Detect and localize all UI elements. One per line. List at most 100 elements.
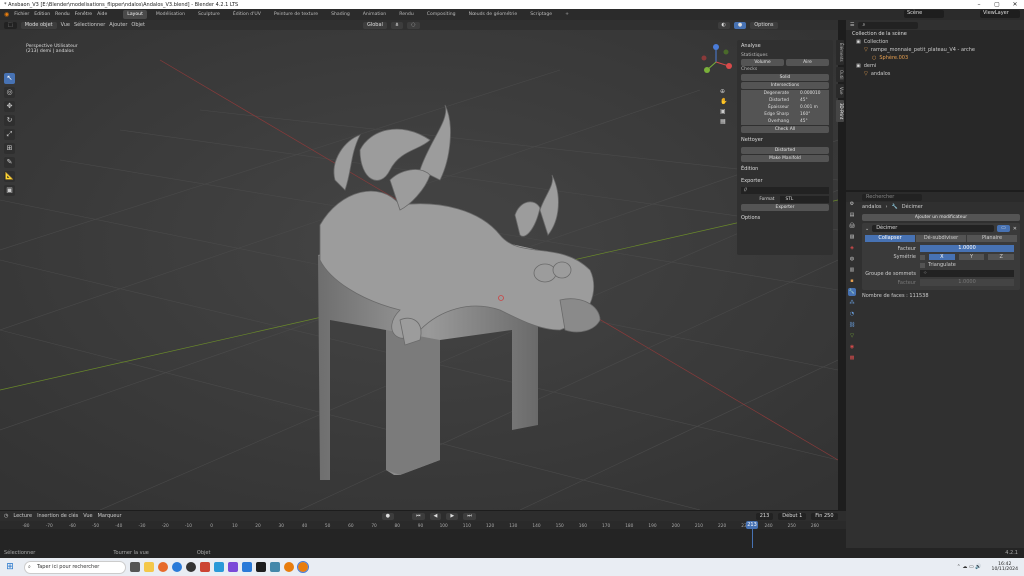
jump-end-icon[interactable]: ⏭ xyxy=(463,512,476,520)
make-manifold-button[interactable]: Make Manifold xyxy=(741,155,829,162)
workspace-tab-shading[interactable]: Shading xyxy=(327,10,354,19)
show-viewport-icon[interactable]: ▭ xyxy=(997,225,1010,232)
3d-viewport[interactable]: Perspective Utilisateur (213) demi | and… xyxy=(0,30,838,510)
export-header[interactable]: Exporter xyxy=(737,175,833,187)
modifier-props-icon[interactable]: 🔧 xyxy=(848,288,856,296)
factor-slider[interactable]: 1.0000 xyxy=(920,245,1014,252)
obs-icon[interactable] xyxy=(186,562,196,572)
check-row-edge-sharp[interactable]: Edge Sharp 160° xyxy=(741,111,829,118)
timeline-menu-keying[interactable]: Insertion de clés xyxy=(37,513,78,519)
blender-taskbar-icon[interactable] xyxy=(284,562,294,572)
scene-selector[interactable]: Scène xyxy=(904,10,944,18)
check-row-distorted[interactable]: Distorted 45° xyxy=(741,97,829,104)
close-button[interactable]: ✕ xyxy=(1006,0,1024,9)
intersections-button[interactable]: Intersections xyxy=(741,82,829,89)
distorted-button[interactable]: Distorted xyxy=(741,147,829,154)
format-row[interactable]: Format STL xyxy=(741,196,829,203)
file-explorer-icon[interactable] xyxy=(144,562,154,572)
minimize-button[interactable]: – xyxy=(970,0,988,9)
transform-tool-icon[interactable]: ⊞ xyxy=(4,143,15,154)
vertex-group-field[interactable]: ⁘ xyxy=(920,270,1014,277)
viewport-menu-object[interactable]: Objet xyxy=(131,22,145,28)
firefox-icon[interactable] xyxy=(158,562,168,572)
data-props-icon[interactable]: ▽ xyxy=(848,332,856,340)
symmetry-checkbox[interactable] xyxy=(920,254,925,260)
clock[interactable]: 16:42 10/11/2024 xyxy=(986,562,1024,572)
cursor-tool-icon[interactable]: ◎ xyxy=(4,87,15,98)
outliner-filter[interactable]: ⌕ xyxy=(858,21,919,29)
add-workspace-icon[interactable]: + xyxy=(561,10,573,19)
add-cube-tool-icon[interactable]: ▣ xyxy=(4,185,15,196)
export-button[interactable]: Exporter xyxy=(741,204,829,211)
move-tool-icon[interactable]: ✥ xyxy=(4,101,15,112)
analyse-header[interactable]: Analyse xyxy=(737,40,833,52)
workspace-tab-animation[interactable]: Animation xyxy=(359,10,390,19)
blender-active-taskbar-icon[interactable] xyxy=(297,561,309,573)
outliner-item[interactable]: ▽ andalos xyxy=(846,70,1024,78)
taskbar-search[interactable]: ⌕ Taper ici pour rechercher xyxy=(24,560,126,574)
properties-search[interactable]: Rechercher xyxy=(862,193,922,201)
blender-logo-icon[interactable]: ◉ xyxy=(4,11,9,18)
start-frame-field[interactable]: Début 1 xyxy=(778,512,807,520)
add-modifier-button[interactable]: Ajouter un modificateur xyxy=(862,214,1020,221)
output-props-icon[interactable]: 🖨 xyxy=(848,222,856,230)
play-icon[interactable]: ▶ xyxy=(446,512,459,520)
edge-icon[interactable] xyxy=(172,562,182,572)
timeline-menu-playback[interactable]: Lecture xyxy=(13,513,32,519)
windows-start-icon[interactable]: ⊞ xyxy=(0,562,20,572)
close-modifier-icon[interactable]: ✕ xyxy=(1013,226,1017,232)
pan-hand-icon[interactable]: ✋ xyxy=(720,98,727,105)
app-icon-purple[interactable] xyxy=(228,562,238,572)
viewport-menu-view[interactable]: Vue xyxy=(61,22,70,28)
check-row-thickness[interactable]: Épaisseur 0.001 m xyxy=(741,104,829,111)
menu-render[interactable]: Rendu xyxy=(55,12,70,17)
grid-icon[interactable]: ▦ xyxy=(720,118,727,125)
workspace-tab-sculpting[interactable]: Sculpture xyxy=(194,10,224,19)
tab-collapse[interactable]: Collapser xyxy=(865,235,915,242)
export-path-field[interactable]: // xyxy=(741,187,829,194)
maximize-button[interactable]: ▢ xyxy=(988,0,1006,9)
proportional-icon[interactable]: ◌ xyxy=(407,21,420,29)
app-icon-teal[interactable] xyxy=(270,562,280,572)
workspace-tab-scripting[interactable]: Scriptage xyxy=(526,10,556,19)
outliner-editor-icon[interactable]: ☰ xyxy=(850,22,854,28)
physics-props-icon[interactable]: ◔ xyxy=(848,310,856,318)
object-props-icon[interactable]: ▪ xyxy=(848,277,856,285)
vscode-icon[interactable] xyxy=(242,562,252,572)
task-view-icon[interactable] xyxy=(130,562,140,572)
options-header[interactable]: Options xyxy=(737,212,833,224)
collapse-chevron-icon[interactable]: ⌄ xyxy=(865,226,869,232)
scale-tool-icon[interactable]: ⤢ xyxy=(4,129,15,140)
particles-props-icon[interactable]: ⁂ xyxy=(848,299,856,307)
end-frame-field[interactable]: Fin 250 xyxy=(811,512,838,520)
workspace-tab-geometry-nodes[interactable]: Nœuds de géométrie xyxy=(465,10,522,19)
mode-selector[interactable]: Mode objet xyxy=(20,21,57,29)
play-reverse-icon[interactable]: ◀ xyxy=(429,512,442,520)
menu-edit[interactable]: Edition xyxy=(34,12,50,17)
tray-icons[interactable]: ⌃ ☁ ▭ 🔊 xyxy=(957,564,982,570)
playhead-badge[interactable]: 213 xyxy=(746,521,758,529)
sym-axis-y[interactable]: Y xyxy=(958,254,985,260)
jump-start-icon[interactable]: ⏮ xyxy=(411,512,425,520)
annotate-tool-icon[interactable]: ✎ xyxy=(4,157,15,168)
world-props-icon[interactable]: ◍ xyxy=(848,255,856,263)
current-frame-field[interactable]: 213 xyxy=(755,512,774,520)
measure-tool-icon[interactable]: 📐 xyxy=(4,171,15,182)
tab-unsubdivide[interactable]: Dé-subdiviser xyxy=(916,235,966,242)
edit-header[interactable]: Édition xyxy=(737,163,833,175)
app-icon-blue[interactable] xyxy=(214,562,224,572)
workspace-tab-rendering[interactable]: Rendu xyxy=(395,10,418,19)
menu-help[interactable]: Aide xyxy=(97,12,107,17)
timeline-ruler[interactable]: -80 -70 -60 -50 -40 -30 -20 -10 0 10 20 30 40 50 60 70 8… xyxy=(0,521,846,529)
outliner-scene-collection[interactable]: Collection de la scène xyxy=(846,30,1024,38)
triangulate-checkbox[interactable] xyxy=(920,262,925,268)
modifier-name-field[interactable]: Décimer xyxy=(872,225,995,232)
tab-item[interactable]: Éléments xyxy=(836,40,844,65)
record-icon[interactable]: ● xyxy=(381,512,394,520)
tab-planar[interactable]: Planaire xyxy=(967,235,1017,242)
check-all-button[interactable]: Check All xyxy=(741,126,829,133)
workspace-tab-layout[interactable]: Layout xyxy=(123,10,147,19)
menu-file[interactable]: Fichier xyxy=(14,12,29,17)
tab-3d-print[interactable]: 3D-Print xyxy=(836,99,844,122)
collection-props-icon[interactable]: ▥ xyxy=(848,266,856,274)
